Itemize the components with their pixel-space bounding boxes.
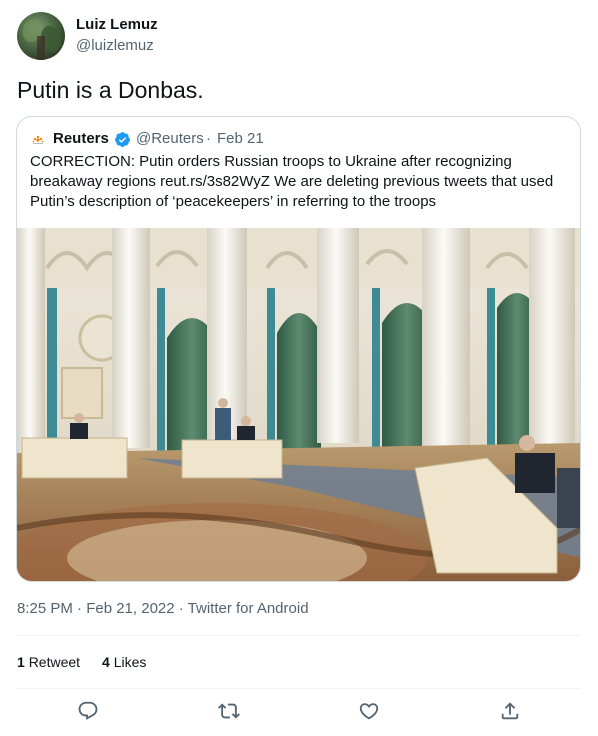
quoted-tweet-text: CORRECTION: Putin orders Russian troops …: [30, 152, 570, 212]
action-bar: [0, 698, 598, 728]
reply-icon[interactable]: [77, 700, 99, 722]
divider: [17, 635, 581, 636]
reuters-logo-icon: [30, 131, 46, 147]
quoted-text-line: Putin’s description of ‘peacekeepers’ in…: [30, 193, 437, 210]
like-icon[interactable]: [358, 700, 380, 722]
quoted-text-line: CORRECTION: Putin orders Russian troops …: [30, 153, 512, 170]
retweets-count: 1: [17, 654, 25, 670]
avatar[interactable]: [17, 12, 65, 60]
verified-badge-icon: [114, 131, 131, 148]
quoted-author-name[interactable]: Reuters: [53, 130, 109, 147]
tweet-timestamp[interactable]: 8:25 PM · Feb 21, 2022 · Twitter for And…: [17, 600, 309, 617]
retweets-label: Retweet: [28, 654, 81, 670]
likes-label: Likes: [113, 654, 147, 670]
retweet-icon[interactable]: [218, 700, 240, 722]
separator-dot: ·: [206, 130, 211, 147]
quoted-text-line: breakaway regions reut.rs/3s82WyZ We are…: [30, 173, 554, 190]
share-icon[interactable]: [499, 700, 521, 722]
quoted-tweet[interactable]: Reuters @Reuters · Feb 21 CORRECTION: Pu…: [16, 116, 581, 582]
divider: [17, 688, 581, 689]
tweet-text: Putin is a Donbas.: [17, 77, 204, 103]
likes-count: 4: [102, 654, 110, 670]
quoted-author-handle[interactable]: @Reuters: [136, 130, 204, 147]
quoted-date[interactable]: Feb 21: [217, 130, 264, 147]
author-handle[interactable]: @luizlemuz: [76, 37, 154, 54]
retweets-stat[interactable]: 1 Retweet: [17, 654, 80, 670]
likes-stat[interactable]: 4 Likes: [102, 654, 146, 670]
quoted-tweet-photo[interactable]: [17, 228, 580, 581]
author-name[interactable]: Luiz Lemuz: [76, 16, 158, 33]
